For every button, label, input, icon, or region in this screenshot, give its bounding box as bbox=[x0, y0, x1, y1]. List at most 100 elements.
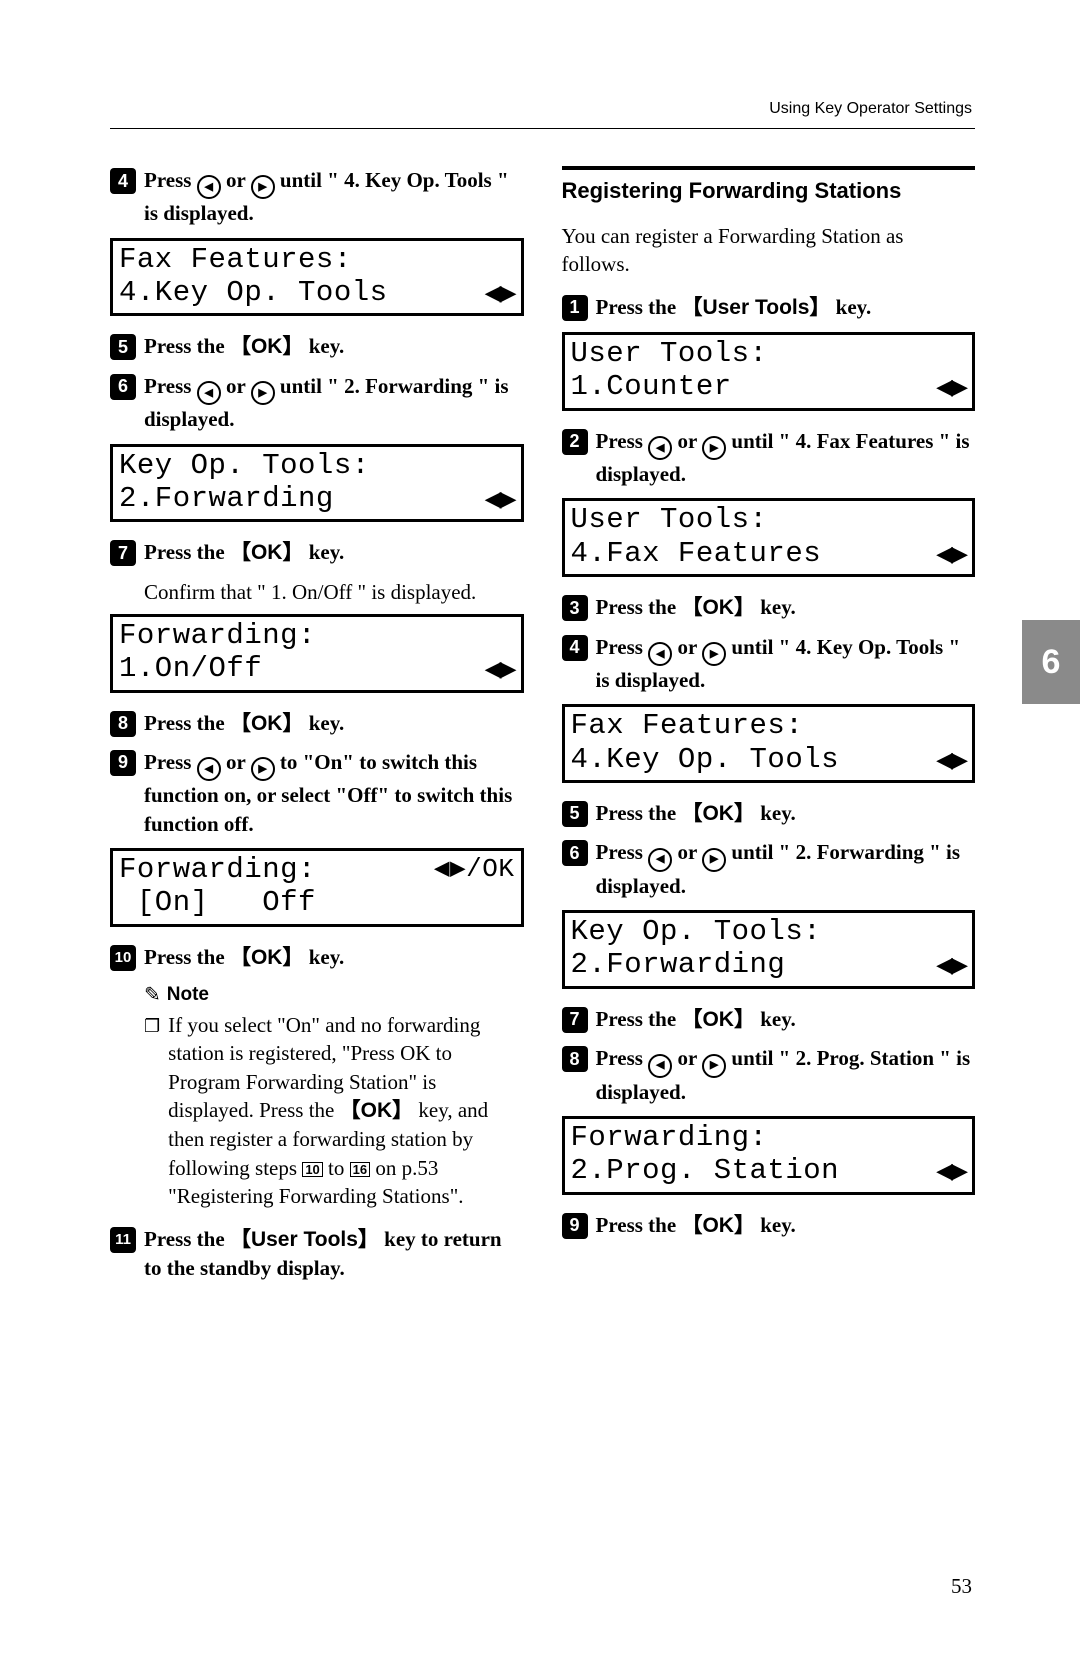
right-arrow-icon bbox=[702, 1054, 726, 1078]
lcd-display: Forwarding: ◀▶/OK [On] Off bbox=[110, 848, 524, 927]
lcd-display: Forwarding: 1.On/Off bbox=[110, 614, 524, 693]
ok-keycap: OK bbox=[230, 335, 304, 358]
step-text: Press the OK key. bbox=[596, 593, 976, 622]
step-number-icon: 9 bbox=[562, 1213, 588, 1239]
step-6: 6 Press or until " 2. Forwarding " is di… bbox=[110, 372, 524, 434]
user-tools-keycap: User Tools bbox=[230, 1228, 379, 1251]
step-1: 1 Press the User Tools key. bbox=[562, 293, 976, 322]
note-title: Note bbox=[167, 984, 209, 1006]
step-number-icon: 6 bbox=[110, 374, 136, 400]
step-number-icon: 5 bbox=[110, 334, 136, 360]
step-number-icon: 8 bbox=[110, 711, 136, 737]
lcd-line: Key Op. Tools: bbox=[119, 449, 370, 482]
left-arrow-icon bbox=[648, 436, 672, 460]
lcd-line: 2.Prog. Station bbox=[571, 1154, 840, 1187]
step-9: 9 Press the OK key. bbox=[562, 1211, 976, 1240]
ok-keycap: OK bbox=[681, 802, 755, 825]
step-text: Press the OK key. bbox=[144, 332, 524, 361]
lcd-line: User Tools: bbox=[571, 337, 768, 370]
step-text: Press the OK key. bbox=[596, 799, 976, 828]
left-arrow-icon bbox=[197, 757, 221, 781]
left-arrow-icon bbox=[648, 848, 672, 872]
step-ref-icon: 10 bbox=[302, 1162, 322, 1177]
step-number-icon: 6 bbox=[562, 840, 588, 866]
step-text: Press or until " 4. Key Op. Tools " is d… bbox=[596, 633, 976, 695]
step-text: Press or to "On" to switch this function… bbox=[144, 748, 524, 838]
ok-keycap: OK bbox=[681, 1008, 755, 1031]
lcd-nav-icon bbox=[485, 486, 515, 511]
ok-keycap: OK bbox=[681, 1214, 755, 1237]
lcd-line: User Tools: bbox=[571, 503, 768, 536]
step-7: 7 Press the OK key. bbox=[110, 538, 524, 567]
step-text: Press or until " 2. Forwarding " is disp… bbox=[144, 372, 524, 434]
note-body: ❐ If you select "On" and no forwarding s… bbox=[144, 1011, 524, 1210]
step-8: 8 Press the OK key. bbox=[110, 709, 524, 738]
lcd-nav-icon bbox=[485, 280, 515, 305]
step-text: Press the OK key. bbox=[144, 943, 524, 972]
pencil-icon: ✎ bbox=[144, 982, 161, 1007]
section-intro: You can register a Forwarding Station as… bbox=[562, 222, 976, 279]
lcd-line: Forwarding: bbox=[119, 619, 316, 652]
lcd-nav-icon bbox=[936, 1158, 966, 1183]
lcd-nav-icon bbox=[936, 541, 966, 566]
right-arrow-icon bbox=[251, 175, 275, 199]
step-11: 11 Press the User Tools key to return to… bbox=[110, 1225, 524, 1283]
lcd-nav-icon bbox=[485, 656, 515, 681]
lcd-display: Key Op. Tools: 2.Forwarding bbox=[110, 444, 524, 523]
ok-keycap: OK bbox=[681, 596, 755, 619]
step-number-icon: 3 bbox=[562, 595, 588, 621]
step-4: 4 Press or until " 4. Key Op. Tools " is… bbox=[562, 633, 976, 695]
page-number: 53 bbox=[951, 1574, 972, 1599]
section-heading: Registering Forwarding Stations bbox=[562, 166, 976, 204]
step-text: Press the OK key. bbox=[596, 1211, 976, 1240]
step-text: Press the OK key. bbox=[144, 709, 524, 738]
step-text: Press the OK key. bbox=[596, 1005, 976, 1034]
step-number-icon: 11 bbox=[110, 1227, 136, 1253]
lcd-display: Fax Features: 4.Key Op. Tools bbox=[110, 238, 524, 317]
lcd-nav-icon bbox=[936, 374, 966, 399]
step-7: 7 Press the OK key. bbox=[562, 1005, 976, 1034]
lcd-display: User Tools: 4.Fax Features bbox=[562, 498, 976, 577]
step-text: Press or until " 4. Key Op. Tools " is d… bbox=[144, 166, 524, 228]
step-6: 6 Press or until " 2. Forwarding " is di… bbox=[562, 838, 976, 900]
right-arrow-icon bbox=[702, 848, 726, 872]
lcd-display: User Tools: 1.Counter bbox=[562, 332, 976, 411]
ok-keycap: OK bbox=[230, 712, 304, 735]
right-column: Registering Forwarding Stations You can … bbox=[562, 166, 976, 1292]
step-number-icon: 9 bbox=[110, 750, 136, 776]
step-number-icon: 5 bbox=[562, 801, 588, 827]
right-arrow-icon bbox=[251, 381, 275, 405]
step-number-icon: 8 bbox=[562, 1046, 588, 1072]
step-text: Press or until " 4. Fax Features " is di… bbox=[596, 427, 976, 489]
left-arrow-icon bbox=[197, 381, 221, 405]
user-tools-keycap: User Tools bbox=[681, 296, 830, 319]
lcd-nav-ok: ◀▶/OK bbox=[434, 855, 515, 885]
left-arrow-icon bbox=[197, 175, 221, 199]
step-number-icon: 7 bbox=[110, 540, 136, 566]
content-columns: 4 Press or until " 4. Key Op. Tools " is… bbox=[110, 166, 975, 1292]
left-arrow-icon bbox=[648, 1054, 672, 1078]
lcd-line: Forwarding: bbox=[571, 1121, 768, 1154]
header-rule bbox=[110, 128, 975, 129]
step-number-icon: 1 bbox=[562, 295, 588, 321]
lcd-display: Forwarding: 2.Prog. Station bbox=[562, 1116, 976, 1195]
step-number-icon: 4 bbox=[110, 168, 136, 194]
step-text: Press the User Tools key. bbox=[596, 293, 976, 322]
page: Using Key Operator Settings 4 Press or u… bbox=[0, 0, 1080, 1669]
step-number-icon: 4 bbox=[562, 635, 588, 661]
step-text: Press or until " 2. Prog. Station " is d… bbox=[596, 1044, 976, 1106]
lcd-line: 4.Key Op. Tools bbox=[571, 743, 840, 776]
lcd-line: Fax Features: bbox=[119, 243, 352, 276]
right-arrow-icon bbox=[702, 436, 726, 460]
lcd-line: 2.Forwarding bbox=[119, 482, 334, 515]
step-10: 10 Press the OK key. bbox=[110, 943, 524, 972]
step-5: 5 Press the OK key. bbox=[562, 799, 976, 828]
step-number-icon: 10 bbox=[110, 945, 136, 971]
step-3: 3 Press the OK key. bbox=[562, 593, 976, 622]
ok-keycap: OK bbox=[230, 541, 304, 564]
step-ref-icon: 16 bbox=[350, 1162, 370, 1177]
step-2: 2 Press or until " 4. Fax Features " is … bbox=[562, 427, 976, 489]
lcd-display: Fax Features: 4.Key Op. Tools bbox=[562, 704, 976, 783]
lcd-nav-icon bbox=[936, 952, 966, 977]
lcd-line: 4.Key Op. Tools bbox=[119, 276, 388, 309]
